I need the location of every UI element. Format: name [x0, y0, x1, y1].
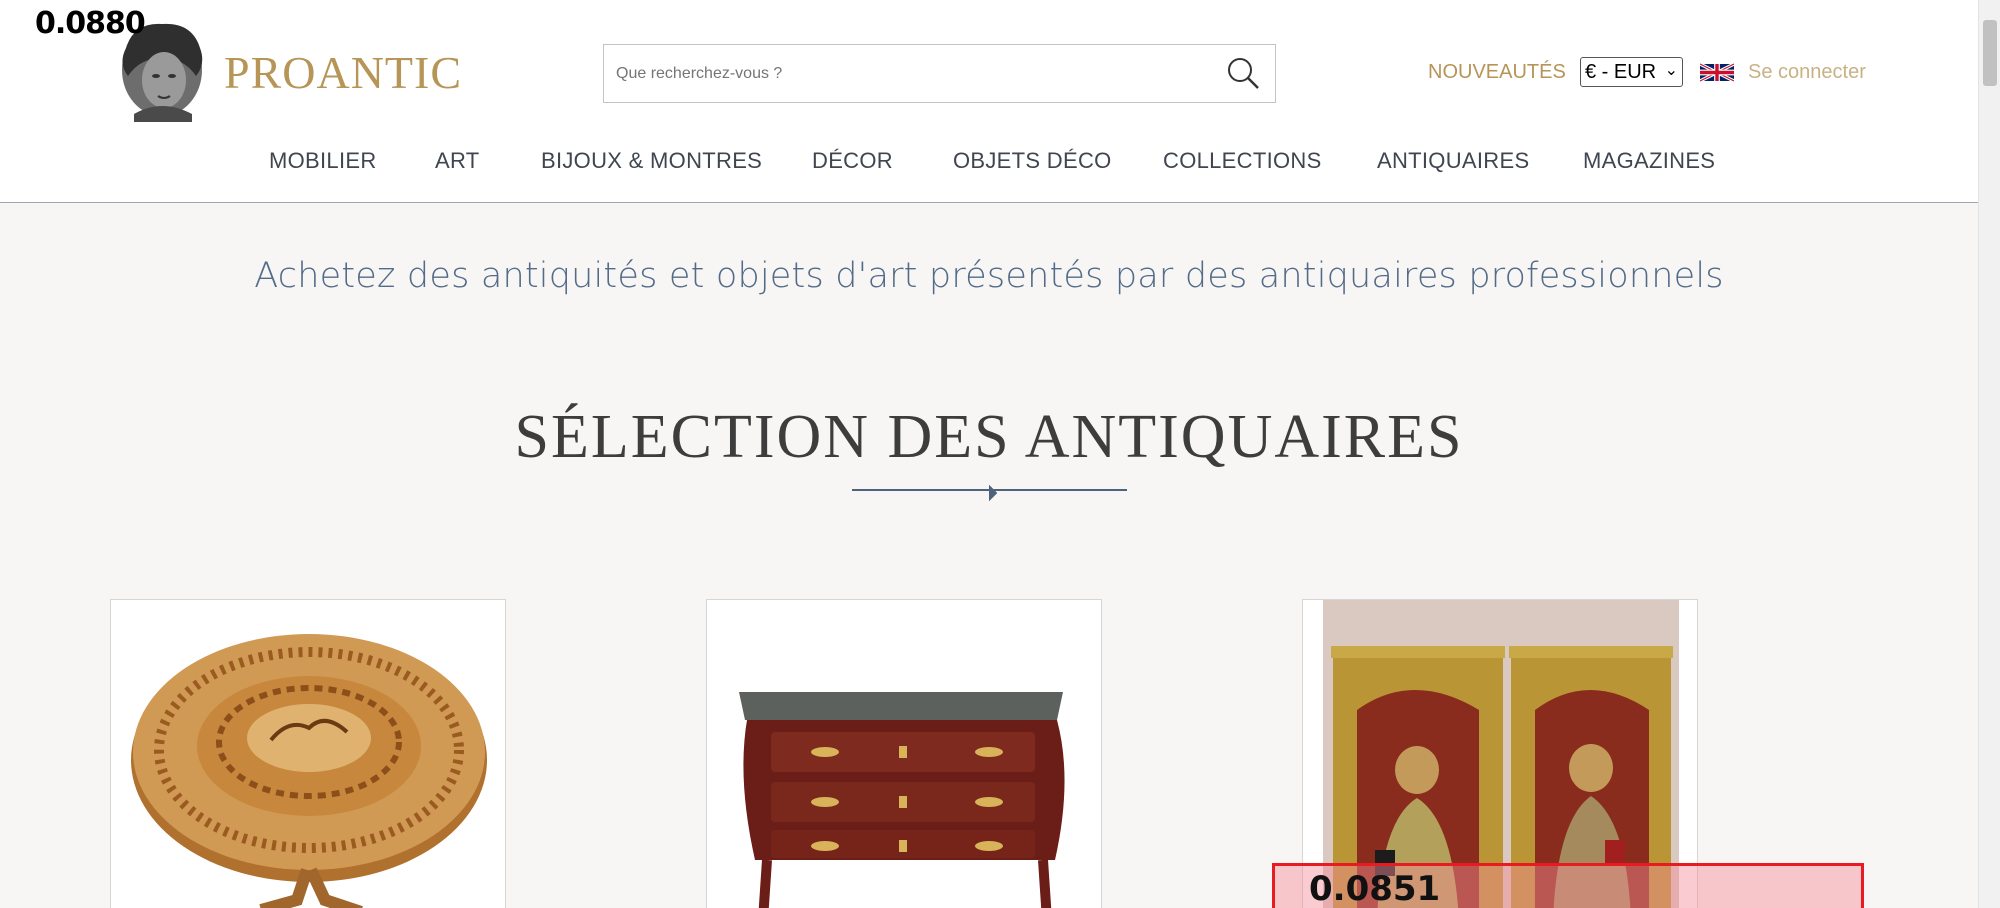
search-icon[interactable]: [1225, 55, 1261, 91]
main-nav: MOBILIER ART BIJOUX & MONTRES DÉCOR OBJE…: [0, 148, 1978, 178]
currency-value: € - EUR: [1585, 60, 1657, 83]
divider-notch: [981, 485, 998, 502]
scrollbar-thumb[interactable]: [1983, 20, 1997, 86]
nav-item-mobilier[interactable]: MOBILIER: [269, 148, 377, 174]
commode-image: [739, 692, 1065, 908]
page-scrollbar[interactable]: [1978, 0, 2000, 908]
search-input[interactable]: [616, 45, 1196, 102]
currency-select[interactable]: € - EUR ⌄: [1580, 57, 1683, 87]
tagline: Achetez des antiquités et objets d'art p…: [254, 256, 1724, 296]
uk-flag-icon[interactable]: [1699, 60, 1735, 85]
nav-item-decor[interactable]: DÉCOR: [812, 148, 893, 174]
site-header: PROANTIC NOUVEAUTÉS € - EUR ⌄ Se connect…: [0, 0, 1978, 203]
score-overlay-top: 0.0880: [35, 6, 146, 41]
section-title: SÉLECTION DES ANTIQUAIRES: [514, 403, 1464, 471]
product-card-panels[interactable]: [1302, 599, 1698, 908]
religious-panels-image: [1323, 600, 1679, 908]
brand-name[interactable]: PROANTIC: [224, 46, 462, 99]
search-bar: [603, 44, 1276, 103]
selection-highlight-box: 0.0851: [1272, 863, 1864, 908]
score-overlay-bottom: 0.0851: [1309, 869, 1441, 908]
nav-item-antiquaires[interactable]: ANTIQUAIRES: [1377, 148, 1529, 174]
inlaid-table-image: [131, 634, 487, 908]
product-card-commode[interactable]: [706, 599, 1102, 908]
nav-item-art[interactable]: ART: [435, 148, 480, 174]
nav-item-bijoux-montres[interactable]: BIJOUX & MONTRES: [541, 148, 762, 174]
nav-item-magazines[interactable]: MAGAZINES: [1583, 148, 1715, 174]
nouveautes-link[interactable]: NOUVEAUTÉS: [1428, 61, 1566, 84]
nav-item-collections[interactable]: COLLECTIONS: [1163, 148, 1322, 174]
signin-link[interactable]: Se connecter: [1748, 61, 1866, 84]
product-card-table[interactable]: [110, 599, 506, 908]
nav-item-objets-deco[interactable]: OBJETS DÉCO: [953, 148, 1112, 174]
chevron-down-icon: ⌄: [1664, 62, 1678, 79]
